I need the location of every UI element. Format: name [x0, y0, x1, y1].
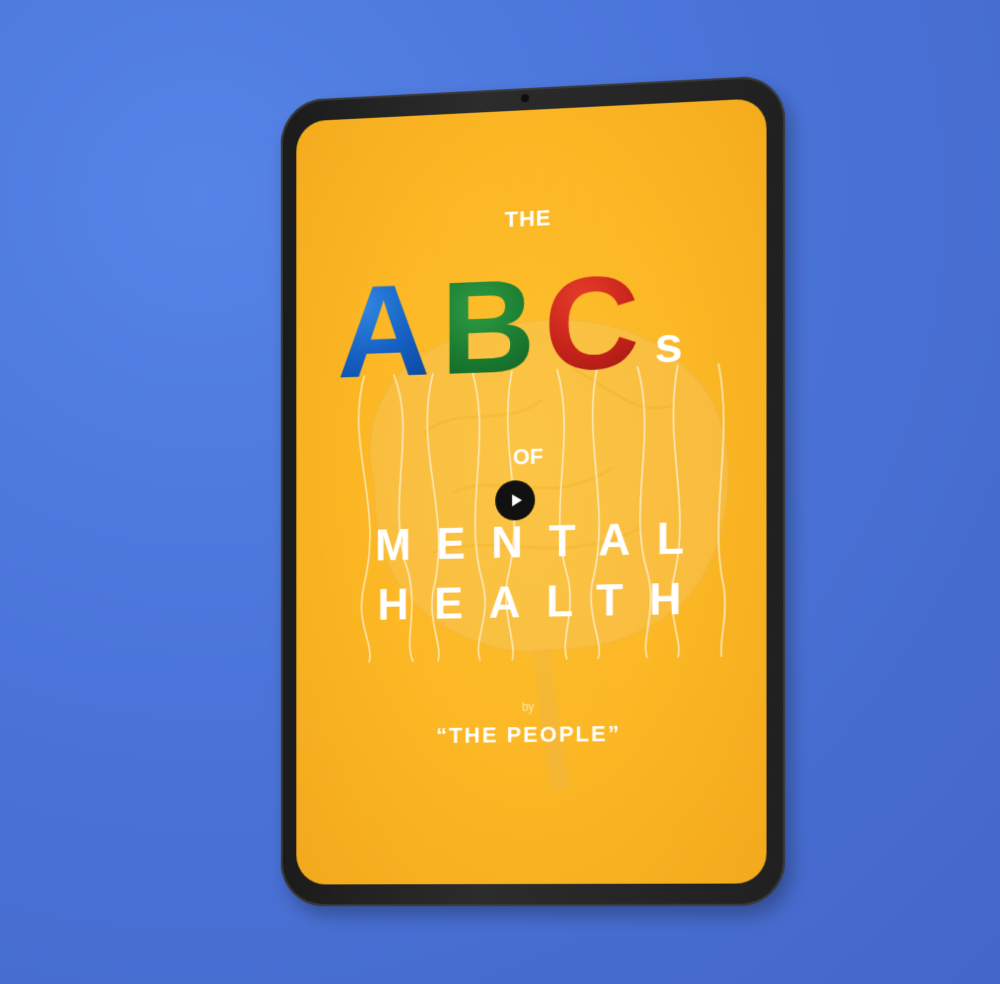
byline-author: “THE PEOPLE” — [436, 720, 621, 748]
letter-b: B — [440, 251, 536, 402]
title-abcs: A B C s — [331, 247, 750, 406]
tablet-device: THE A B C s OF MENTAL HEALTH by “THE PEO… — [280, 74, 786, 907]
camera-icon — [521, 94, 529, 103]
scene: THE A B C s OF MENTAL HEALTH by “THE PEO… — [0, 0, 1000, 984]
letter-s: s — [654, 316, 683, 374]
video-screen[interactable]: THE A B C s OF MENTAL HEALTH by “THE PEO… — [296, 98, 767, 885]
play-icon — [511, 494, 522, 507]
letter-a: A — [337, 256, 431, 406]
title-health: HEALTH — [377, 574, 708, 630]
letter-c: C — [543, 247, 640, 399]
title-mental: MENTAL — [375, 513, 711, 571]
